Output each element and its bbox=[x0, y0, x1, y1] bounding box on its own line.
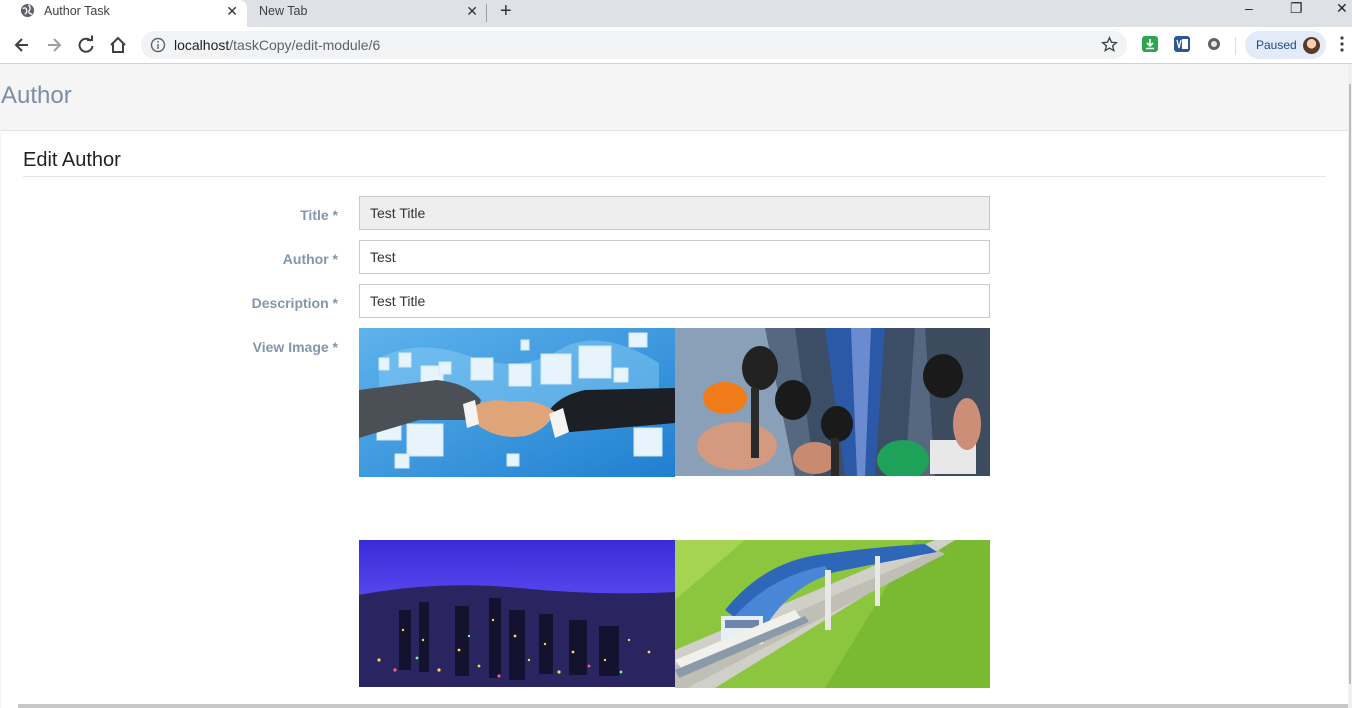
reload-icon[interactable] bbox=[75, 34, 97, 56]
page-title: Author bbox=[1, 82, 72, 109]
title-label: Title * bbox=[300, 207, 338, 223]
url-path: /taskCopy/edit-module/6 bbox=[229, 37, 381, 53]
author-label: Author * bbox=[282, 251, 338, 267]
tab-label: New Tab bbox=[259, 4, 308, 18]
browser-toolbar: localhost/taskCopy/edit-module/6 Paused bbox=[0, 27, 1352, 64]
title-input[interactable] bbox=[359, 196, 990, 230]
tab-strip: Author Task ✕ New Tab ✕ + – ❐ ✕ bbox=[0, 0, 1352, 27]
tab-divider bbox=[486, 4, 487, 22]
view-image-label: View Image * bbox=[252, 339, 338, 355]
tab-new-tab[interactable]: New Tab ✕ bbox=[247, 0, 487, 27]
info-icon[interactable] bbox=[150, 37, 166, 53]
window-close-button[interactable]: ✕ bbox=[1336, 0, 1348, 17]
description-label: Description * bbox=[251, 295, 338, 311]
close-tab-icon[interactable]: ✕ bbox=[466, 3, 478, 20]
profile-button[interactable]: Paused bbox=[1245, 31, 1326, 59]
url-host: localhost bbox=[174, 37, 230, 53]
panel-divider bbox=[23, 176, 1326, 177]
menu-icon[interactable] bbox=[1340, 35, 1344, 53]
metro-station-image[interactable] bbox=[675, 540, 990, 688]
toolbar-divider bbox=[1235, 37, 1236, 55]
profile-status-label: Paused bbox=[1256, 38, 1297, 52]
tab-author-task[interactable]: Author Task ✕ bbox=[0, 0, 247, 27]
press-microphones-image[interactable] bbox=[675, 328, 990, 476]
address-bar[interactable]: localhost/taskCopy/edit-module/6 bbox=[141, 31, 1127, 59]
globe-icon bbox=[20, 3, 35, 18]
restore-button[interactable]: ❐ bbox=[1290, 0, 1303, 17]
minimize-button[interactable]: – bbox=[1245, 0, 1253, 16]
back-icon[interactable] bbox=[11, 34, 33, 56]
panel-heading: Edit Author bbox=[23, 149, 121, 171]
circle-extension-icon[interactable] bbox=[1206, 36, 1222, 52]
city-night-image[interactable] bbox=[359, 540, 675, 687]
url-text: localhost/taskCopy/edit-module/6 bbox=[174, 37, 380, 53]
avatar-icon bbox=[1303, 37, 1320, 54]
metro-station-graphic bbox=[675, 540, 990, 688]
description-input[interactable] bbox=[359, 284, 990, 318]
press-microphones-graphic bbox=[675, 328, 990, 476]
tab-label: Author Task bbox=[44, 4, 110, 18]
handshake-network-graphic bbox=[359, 328, 675, 477]
forward-icon[interactable] bbox=[43, 34, 65, 56]
translate-extension-icon[interactable] bbox=[1174, 36, 1190, 52]
download-extension-icon[interactable] bbox=[1142, 36, 1158, 52]
home-icon[interactable] bbox=[107, 34, 129, 56]
star-icon[interactable] bbox=[1101, 36, 1118, 53]
page-body: Author Edit Author Title * Author * Desc… bbox=[0, 64, 1352, 708]
new-tab-button[interactable]: + bbox=[500, 0, 512, 23]
horizontal-scrollbar[interactable] bbox=[18, 704, 1348, 708]
close-tab-icon[interactable]: ✕ bbox=[226, 3, 238, 20]
author-input[interactable] bbox=[359, 240, 990, 274]
scrollbar-thumb[interactable] bbox=[1349, 84, 1351, 684]
edit-author-panel: Edit Author Title * Author * Description… bbox=[1, 130, 1348, 708]
vertical-scrollbar[interactable] bbox=[1348, 64, 1352, 708]
handshake-network-image[interactable] bbox=[359, 328, 675, 477]
city-night-graphic bbox=[359, 540, 675, 687]
